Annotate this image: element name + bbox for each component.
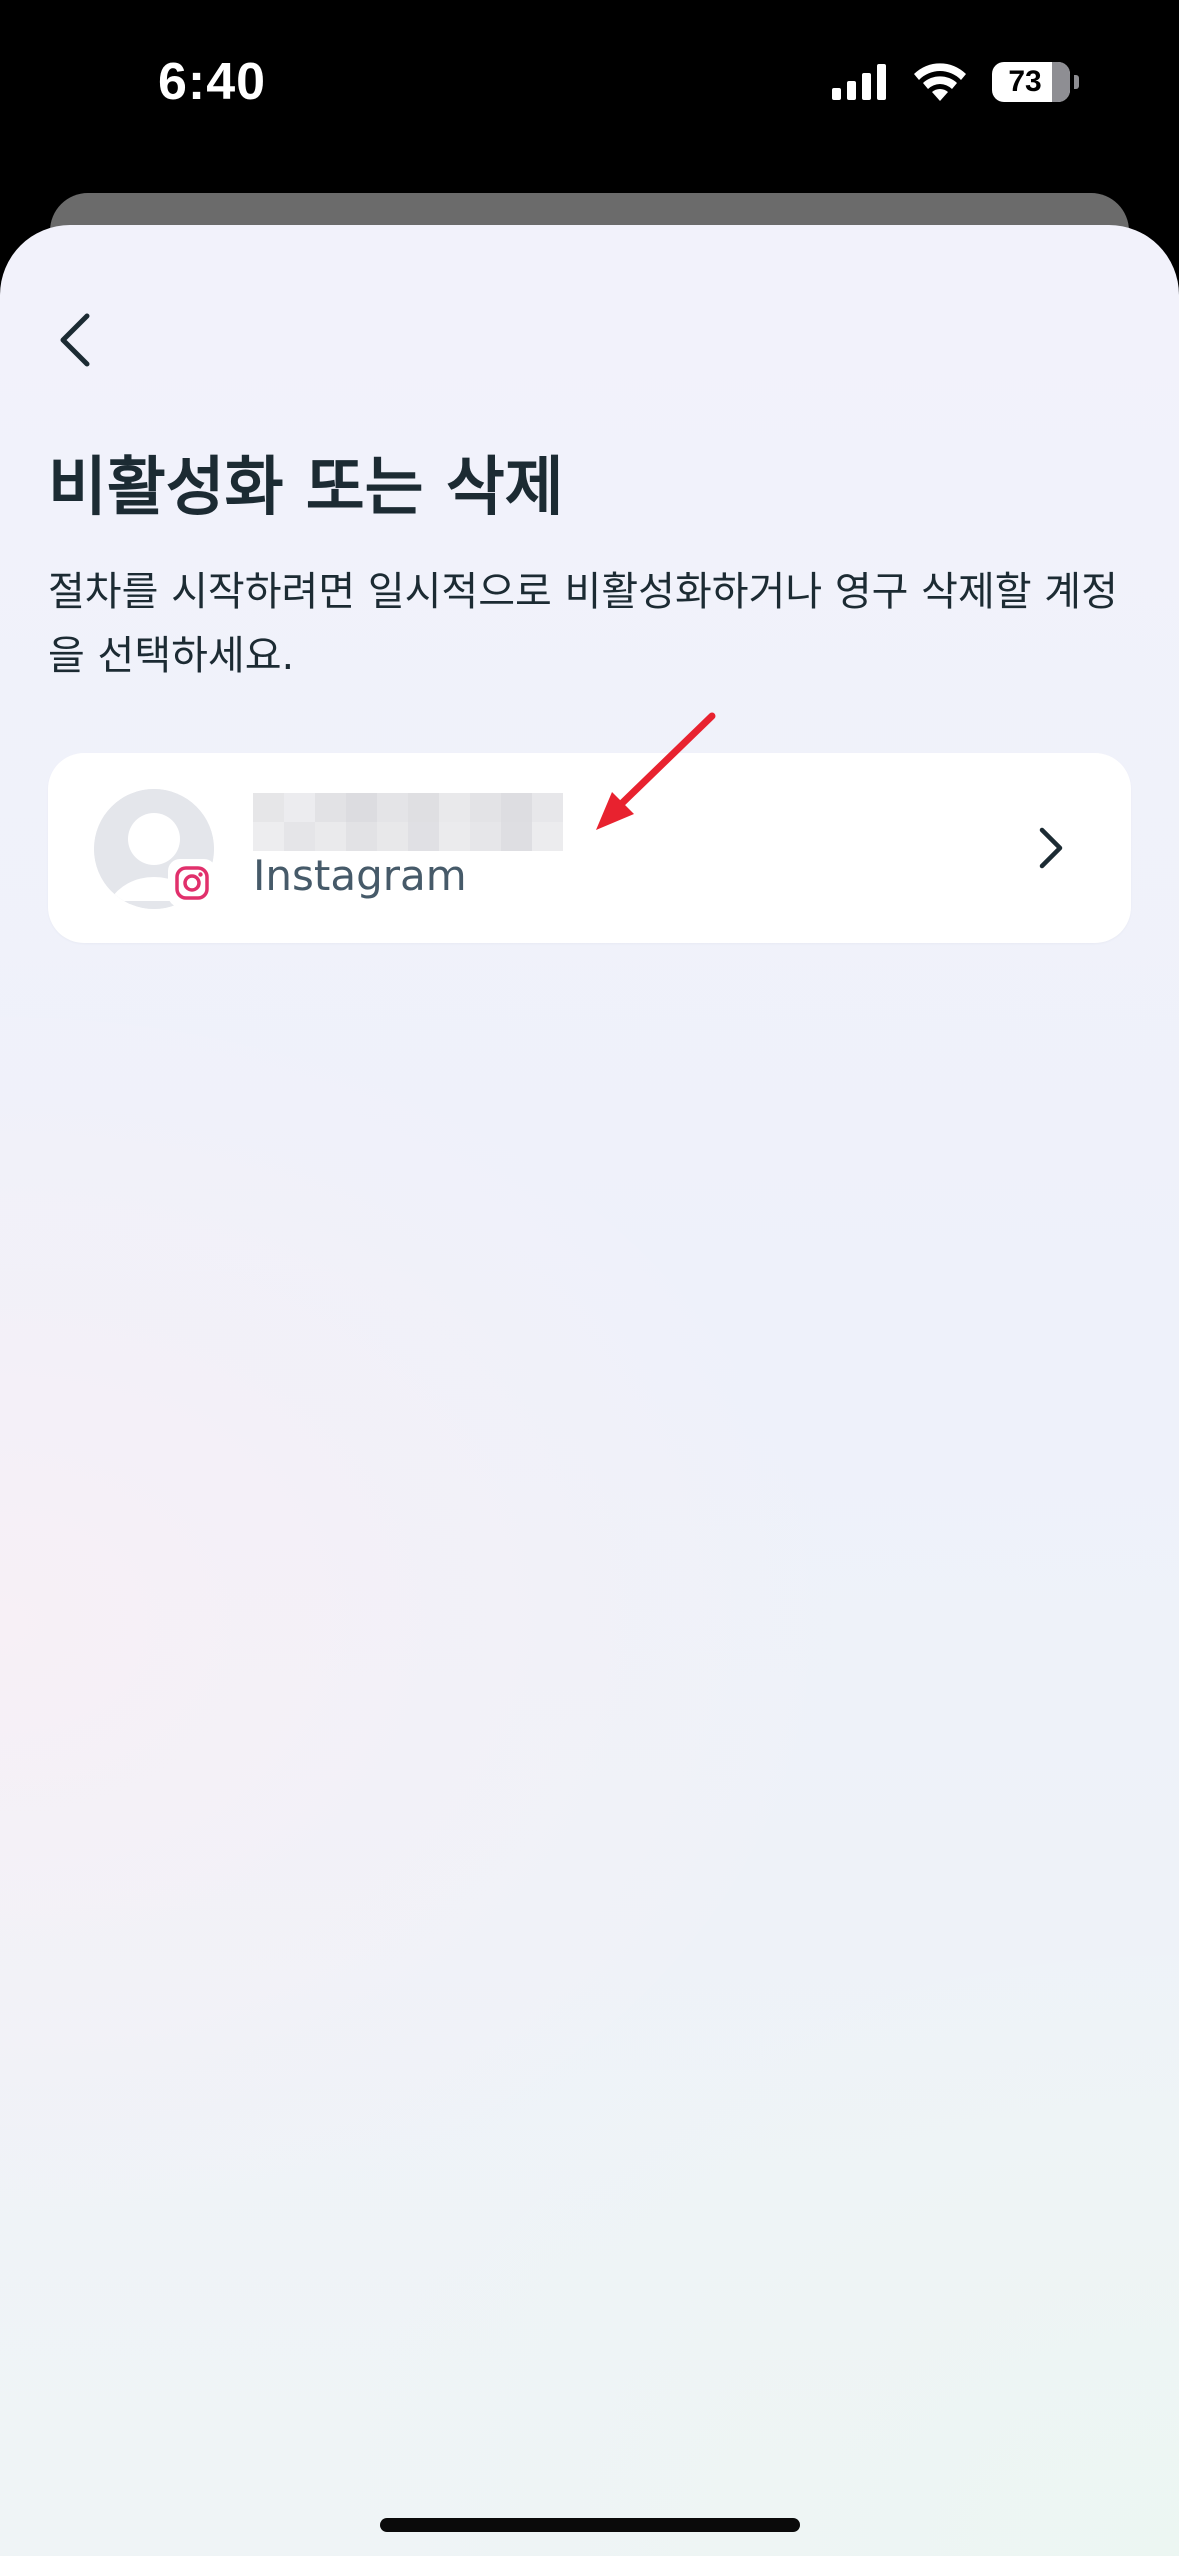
chevron-right-icon — [1026, 823, 1076, 873]
wifi-icon — [914, 63, 966, 101]
instagram-badge — [168, 859, 216, 907]
page-title: 비활성화 또는 삭제 — [48, 451, 564, 525]
modal-sheet: 비활성화 또는 삭제 절차를 시작하려면 일시적으로 비활성화하거나 영구 삭제… — [0, 225, 1179, 2556]
signal-icon — [832, 64, 886, 100]
page-subtitle: 절차를 시작하려면 일시적으로 비활성화하거나 영구 삭제할 계정을 선택하세요… — [48, 569, 1118, 679]
account-item-instagram[interactable]: Instagram — [48, 753, 1131, 943]
battery-indicator: 73 — [992, 62, 1070, 102]
battery-tip — [1074, 75, 1079, 89]
status-icons: 73 — [832, 62, 1079, 102]
status-time: 6:40 — [158, 53, 267, 111]
instagram-icon — [175, 866, 209, 900]
chevron-left-icon — [60, 313, 90, 367]
battery-level: 73 — [1008, 65, 1042, 98]
account-platform-label: Instagram — [253, 851, 467, 900]
back-button[interactable] — [40, 305, 110, 375]
status-bar: 6:40 73 — [0, 0, 1179, 190]
username-redacted — [253, 793, 563, 851]
home-indicator[interactable] — [380, 2518, 800, 2532]
